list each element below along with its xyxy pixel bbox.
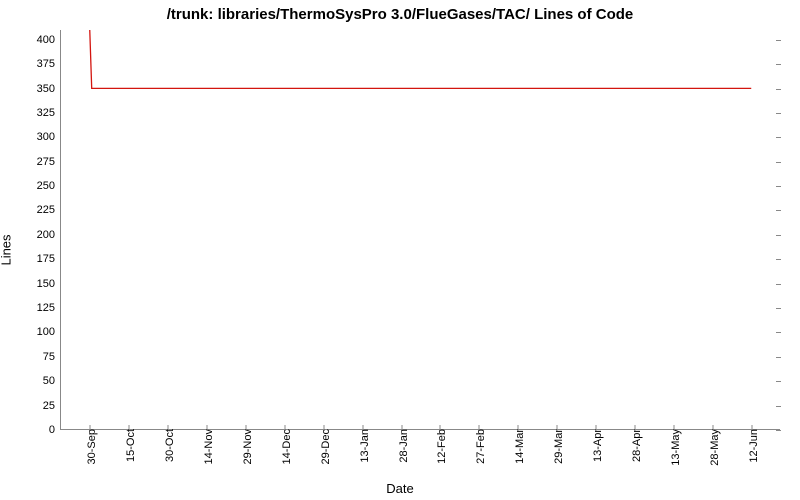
y-tick-mark — [776, 186, 781, 187]
line-layer — [61, 30, 780, 429]
x-tick-mark — [284, 425, 285, 430]
y-tick-label: 300 — [21, 131, 61, 143]
y-tick-mark — [776, 162, 781, 163]
x-tick-label: 30-Oct — [160, 429, 176, 462]
x-tick-label: 13-May — [666, 429, 682, 466]
y-tick-mark — [776, 137, 781, 138]
chart-title: /trunk: libraries/ThermoSysPro 3.0/FlueG… — [0, 6, 800, 23]
y-tick-mark — [776, 259, 781, 260]
x-tick-mark — [752, 425, 753, 430]
x-tick-mark — [89, 425, 90, 430]
x-tick-mark — [557, 425, 558, 430]
y-tick-label: 325 — [21, 107, 61, 119]
y-tick-label: 350 — [21, 83, 61, 95]
y-tick-mark — [776, 406, 781, 407]
x-tick-label: 28-Apr — [627, 429, 643, 462]
y-tick-mark — [776, 381, 781, 382]
plot-area: 0255075100125150175200225250275300325350… — [60, 30, 780, 430]
x-tick-mark — [167, 425, 168, 430]
series-line — [90, 30, 751, 88]
x-tick-mark — [206, 425, 207, 430]
y-tick-mark — [776, 210, 781, 211]
y-tick-label: 375 — [21, 58, 61, 70]
y-tick-mark — [776, 284, 781, 285]
x-tick-label: 15-Oct — [121, 429, 137, 462]
y-tick-mark — [776, 113, 781, 114]
y-tick-label: 250 — [21, 180, 61, 192]
x-tick-label: 13-Apr — [588, 429, 604, 462]
y-axis-label: Lines — [0, 234, 14, 265]
x-tick-label: 27-Feb — [471, 429, 487, 464]
x-tick-label: 12-Feb — [432, 429, 448, 464]
x-tick-label: 14-Dec — [277, 429, 293, 464]
y-tick-mark — [776, 332, 781, 333]
y-tick-label: 400 — [21, 34, 61, 46]
x-tick-label: 29-Nov — [238, 429, 254, 464]
y-tick-label: 25 — [21, 400, 61, 412]
x-tick-label: 29-Mar — [549, 429, 565, 464]
x-tick-label: 28-Jan — [394, 429, 410, 463]
x-tick-label: 13-Jan — [355, 429, 371, 463]
x-tick-label: 30-Sep — [82, 429, 98, 464]
x-tick-mark — [440, 425, 441, 430]
x-axis-label: Date — [0, 481, 800, 496]
x-tick-mark — [323, 425, 324, 430]
y-tick-mark — [776, 64, 781, 65]
x-tick-mark — [596, 425, 597, 430]
y-tick-label: 150 — [21, 278, 61, 290]
y-tick-label: 275 — [21, 156, 61, 168]
y-tick-mark — [776, 89, 781, 90]
y-tick-label: 100 — [21, 326, 61, 338]
y-tick-mark — [776, 308, 781, 309]
x-tick-mark — [635, 425, 636, 430]
x-tick-mark — [245, 425, 246, 430]
x-tick-label: 12-Jun — [744, 429, 760, 463]
y-tick-label: 50 — [21, 375, 61, 387]
x-tick-mark — [479, 425, 480, 430]
y-tick-label: 125 — [21, 302, 61, 314]
loc-chart: /trunk: libraries/ThermoSysPro 3.0/FlueG… — [0, 0, 800, 500]
y-tick-mark — [776, 430, 781, 431]
x-tick-mark — [713, 425, 714, 430]
y-tick-label: 0 — [21, 424, 61, 436]
x-tick-label: 29-Dec — [316, 429, 332, 464]
x-tick-label: 14-Mar — [510, 429, 526, 464]
y-tick-label: 175 — [21, 253, 61, 265]
x-tick-label: 14-Nov — [199, 429, 215, 464]
x-tick-label: 28-May — [705, 429, 721, 466]
x-tick-mark — [674, 425, 675, 430]
y-tick-label: 75 — [21, 351, 61, 363]
y-tick-mark — [776, 235, 781, 236]
x-tick-mark — [518, 425, 519, 430]
x-tick-mark — [128, 425, 129, 430]
y-tick-mark — [776, 40, 781, 41]
y-tick-label: 200 — [21, 229, 61, 241]
x-tick-mark — [401, 425, 402, 430]
y-tick-label: 225 — [21, 204, 61, 216]
x-tick-mark — [362, 425, 363, 430]
y-tick-mark — [776, 357, 781, 358]
